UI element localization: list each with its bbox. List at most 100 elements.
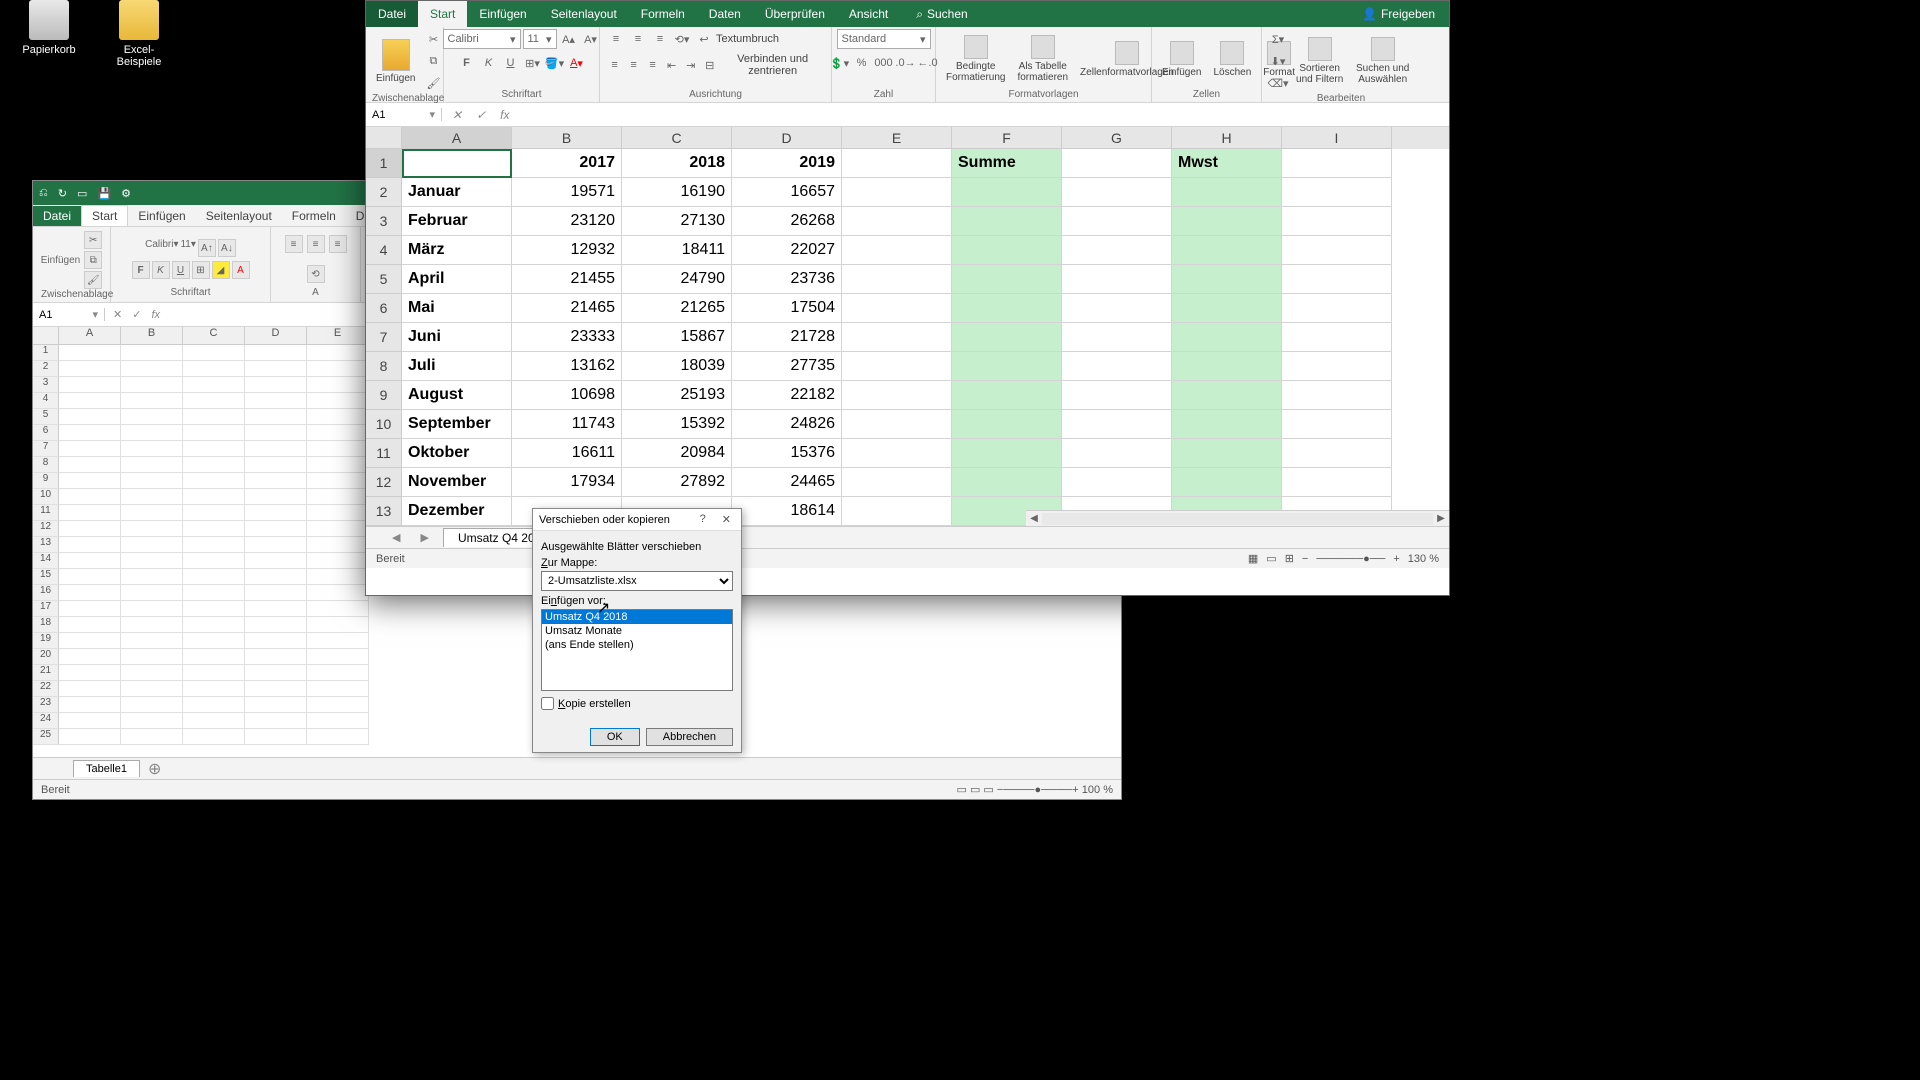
cell[interactable] (952, 381, 1062, 410)
col-header[interactable]: B (512, 127, 622, 149)
copy-icon[interactable]: ⧉ (423, 51, 443, 71)
cell[interactable] (59, 409, 121, 425)
cell[interactable] (842, 497, 952, 526)
cell[interactable] (183, 409, 245, 425)
row-header[interactable]: 5 (366, 265, 402, 294)
cell[interactable]: 12932 (512, 236, 622, 265)
cell[interactable] (307, 345, 369, 361)
cell[interactable]: 23120 (512, 207, 622, 236)
cell[interactable] (183, 617, 245, 633)
cell[interactable]: 16190 (622, 178, 732, 207)
cell[interactable] (59, 441, 121, 457)
row-header[interactable]: 13 (366, 497, 402, 526)
paste-button[interactable]: Einfügen (372, 37, 419, 86)
border-button[interactable]: ⊞▾ (523, 53, 543, 73)
cell[interactable] (59, 617, 121, 633)
cell[interactable] (121, 713, 183, 729)
align-left-icon[interactable]: ≡ (606, 55, 623, 75)
cell[interactable]: März (402, 236, 512, 265)
cell[interactable] (245, 521, 307, 537)
cell[interactable]: 2018 (622, 149, 732, 178)
cell[interactable] (1282, 439, 1392, 468)
cell[interactable]: 16611 (512, 439, 622, 468)
horizontal-scrollbar[interactable]: ◀▶ (1026, 510, 1449, 526)
cell[interactable]: August (402, 381, 512, 410)
cell[interactable]: 2019 (732, 149, 842, 178)
cell[interactable] (183, 665, 245, 681)
cell[interactable] (183, 569, 245, 585)
cell[interactable] (1062, 468, 1172, 497)
cell[interactable] (307, 425, 369, 441)
cell[interactable]: Mai (402, 294, 512, 323)
select-all-corner[interactable] (33, 327, 59, 344)
tab-view[interactable]: Ansicht (837, 1, 900, 27)
row-header[interactable]: 5 (33, 409, 59, 425)
cell[interactable] (842, 381, 952, 410)
cell[interactable]: Summe (952, 149, 1062, 178)
list-item[interactable]: (ans Ende stellen) (542, 638, 732, 652)
cell[interactable] (1062, 236, 1172, 265)
cell[interactable] (245, 361, 307, 377)
cell[interactable] (952, 265, 1062, 294)
cell[interactable] (842, 236, 952, 265)
wrap-label[interactable]: Textumbruch (716, 33, 779, 45)
cell[interactable] (307, 713, 369, 729)
qat-icon[interactable]: ▭ (77, 187, 87, 200)
border-button[interactable]: ⊞ (192, 261, 210, 279)
cell[interactable] (121, 377, 183, 393)
cell[interactable] (307, 441, 369, 457)
cell[interactable] (59, 665, 121, 681)
fill-color-button[interactable]: ◢ (212, 261, 230, 279)
cell[interactable] (842, 265, 952, 294)
find-select-button[interactable]: Suchen und Auswählen (1351, 35, 1414, 87)
cell[interactable]: 17504 (732, 294, 842, 323)
number-format-select[interactable]: Standard▾ (837, 29, 931, 49)
row-header[interactable]: 17 (33, 601, 59, 617)
cell[interactable] (121, 505, 183, 521)
cell[interactable] (952, 410, 1062, 439)
cell[interactable]: 21455 (512, 265, 622, 294)
copy-checkbox[interactable] (541, 697, 554, 710)
row-header[interactable]: 20 (33, 649, 59, 665)
bold-button[interactable]: F (132, 261, 150, 279)
merge-icon[interactable]: ⊟ (701, 55, 718, 75)
cell[interactable] (121, 553, 183, 569)
cell[interactable] (183, 553, 245, 569)
list-item[interactable]: Umsatz Q4 2018 (542, 610, 732, 624)
cell[interactable] (1062, 265, 1172, 294)
cell[interactable] (59, 505, 121, 521)
name-box[interactable]: A1▾ (366, 108, 442, 121)
cell[interactable]: 21265 (622, 294, 732, 323)
cell[interactable] (952, 323, 1062, 352)
row-header[interactable]: 9 (33, 473, 59, 489)
cell[interactable] (307, 601, 369, 617)
cell[interactable] (121, 457, 183, 473)
grow-font-icon[interactable]: A▴ (559, 29, 579, 49)
cell[interactable] (307, 377, 369, 393)
cell[interactable] (245, 409, 307, 425)
sort-filter-button[interactable]: Sortieren und Filtern (1292, 35, 1347, 87)
cell[interactable] (183, 537, 245, 553)
view-normal-icon[interactable]: ▦ (1248, 552, 1258, 565)
enter-icon[interactable]: ✓ (132, 308, 141, 321)
row-header[interactable]: 14 (33, 553, 59, 569)
cell[interactable] (121, 409, 183, 425)
cell[interactable]: 27130 (622, 207, 732, 236)
cell[interactable] (1282, 178, 1392, 207)
cell[interactable]: April (402, 265, 512, 294)
tab-start[interactable]: Start (418, 1, 467, 27)
col-header[interactable]: F (952, 127, 1062, 149)
cell[interactable] (59, 569, 121, 585)
cell[interactable] (121, 697, 183, 713)
cell[interactable] (1172, 381, 1282, 410)
cell[interactable] (1282, 236, 1392, 265)
desktop-folder[interactable]: Excel-Beispiele (104, 0, 174, 68)
cell[interactable] (952, 352, 1062, 381)
recycle-bin[interactable]: Papierkorb (14, 0, 84, 56)
cell[interactable]: 13162 (512, 352, 622, 381)
cell[interactable] (1062, 381, 1172, 410)
cell[interactable]: 27735 (732, 352, 842, 381)
dialog-titlebar[interactable]: Verschieben oder kopieren ? ✕ (533, 509, 741, 531)
col-header[interactable]: A (402, 127, 512, 149)
cell[interactable] (245, 649, 307, 665)
